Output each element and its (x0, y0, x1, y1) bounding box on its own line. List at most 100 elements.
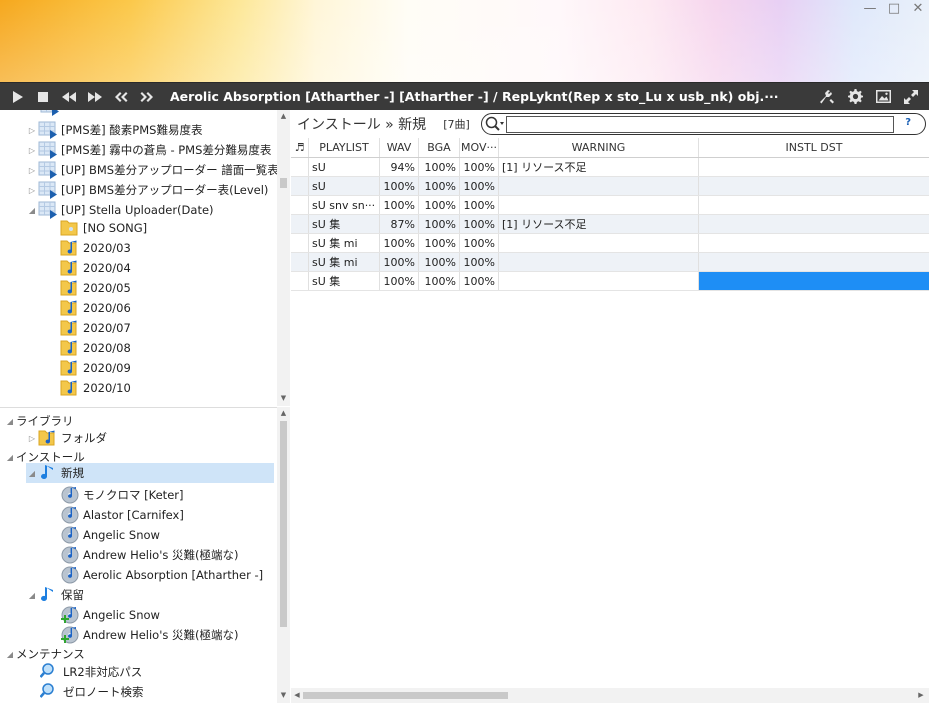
collapse-arrow-icon[interactable]: ◢ (4, 650, 16, 659)
close-button[interactable]: ✕ (911, 2, 925, 16)
scroll-down-icon[interactable]: ▼ (277, 689, 290, 701)
list-item-song[interactable]: モノクロマ [Keter] (60, 485, 183, 505)
tree-item-maintenance[interactable]: ◢ メンテナンス (4, 644, 85, 664)
scroll-right-icon[interactable]: ▶ (915, 688, 927, 703)
cell-mov: 100% (460, 215, 499, 233)
column-header-music-note-icon[interactable]: ♬ (291, 138, 309, 157)
cell-instl-dst[interactable] (699, 215, 929, 233)
column-header-mov[interactable]: MOV··· (460, 138, 499, 157)
cell-instl-dst[interactable] (699, 234, 929, 252)
tree-item-folder[interactable]: 2020/06 (60, 298, 131, 318)
skip-back-icon[interactable] (108, 83, 134, 111)
collapse-arrow-icon[interactable]: ◢ (4, 453, 16, 462)
column-header-bga[interactable]: BGA (419, 138, 460, 157)
cell-mov: 100% (460, 177, 499, 195)
scroll-down-icon[interactable]: ▼ (277, 392, 290, 404)
cell-instl-dst[interactable] (699, 158, 929, 176)
music-folder-icon (60, 259, 80, 277)
content-header: インストール » 新規 [7曲] ? (291, 110, 929, 138)
expand-arrow-icon[interactable]: ▷ (26, 126, 38, 135)
tree-item-new[interactable]: ◢ 新規 (26, 463, 274, 483)
tree-bottom-scrollbar[interactable]: ▲ ▼ (277, 407, 290, 703)
tree-item-label: 2020/08 (83, 341, 131, 355)
cell-instl-dst[interactable] (699, 196, 929, 214)
collapse-arrow-icon[interactable]: ◢ (26, 469, 38, 478)
music-note-icon (38, 464, 58, 482)
expand-arrow-icon[interactable]: ▷ (26, 186, 38, 195)
tree-item-table[interactable]: ▷ [PMS差] 霧中の蒼鳥 - PMS差分難易度表 (26, 140, 271, 160)
play-icon[interactable] (4, 83, 30, 111)
tree-top-scrollbar[interactable]: ▲ ▼ (277, 110, 290, 406)
search-icon[interactable] (485, 116, 505, 135)
collapse-arrow-icon[interactable]: ◢ (4, 417, 16, 426)
list-item-song[interactable]: Angelic Snow (60, 525, 160, 545)
expand-arrow-icon[interactable]: ▷ (26, 146, 38, 155)
scroll-thumb[interactable] (280, 178, 287, 188)
search-input[interactable] (506, 116, 894, 133)
tree-item-table[interactable]: ▷ [UP] BMS差分アップローダー 譜面一覧表(Da (26, 160, 277, 180)
music-disc-icon (60, 546, 80, 564)
list-item-song[interactable]: Alastor [Carnifex] (60, 505, 184, 525)
scroll-up-icon[interactable]: ▲ (277, 407, 290, 419)
tree-item-maintenance-tool[interactable]: LR2非対応パス (40, 662, 142, 682)
collapse-arrow-icon[interactable]: ◢ (26, 591, 38, 600)
cell-instl-dst[interactable] (699, 253, 929, 271)
minimize-button[interactable]: — (863, 2, 877, 16)
scroll-thumb[interactable] (303, 692, 508, 699)
tree-item-table[interactable]: ▷ [UP] BMS差分アップローダー表(Level) (26, 180, 268, 200)
table-row[interactable]: sU 94% 100% 100% [1] リソース不足 (291, 158, 929, 177)
cell-wav: 100% (380, 196, 419, 214)
table-row[interactable]: sU snv sn··· 100% 100% 100% (291, 196, 929, 215)
cell-instl-dst[interactable] (699, 272, 929, 290)
search-help-button[interactable]: ? (905, 117, 911, 128)
list-item-song[interactable]: Aerolic Absorption [Atharther -] (60, 565, 263, 585)
list-item-song[interactable]: Andrew Helio's 災難(極端な) (60, 625, 239, 645)
tree-item-folder[interactable]: 2020/07 (60, 318, 131, 338)
scroll-up-icon[interactable]: ▲ (277, 110, 290, 122)
column-header-warning[interactable]: WARNING (499, 138, 699, 157)
tree-item-table[interactable]: ▷ [PMS差] 酸素PMS難易度表 (26, 120, 202, 140)
wrench-icon[interactable] (815, 83, 839, 111)
fast-forward-icon[interactable] (82, 83, 108, 111)
tree-item-folder[interactable]: 2020/09 (60, 358, 131, 378)
gear-icon[interactable] (843, 83, 867, 111)
table-row[interactable]: sU 集 87% 100% 100% [1] リソース不足 (291, 215, 929, 234)
list-item-song[interactable]: Angelic Snow (60, 605, 160, 625)
column-header-instl-dst[interactable]: INSTL DST (699, 138, 929, 157)
tree-item-folder[interactable]: [NO SONG] (60, 218, 147, 238)
tree-item-table[interactable]: ◢ [UP] Stella Uploader(Date) (26, 200, 214, 220)
collapse-arrow-icon[interactable]: ◢ (26, 206, 38, 215)
tree-item-maintenance-tool[interactable]: ゼロノート検索 (40, 682, 144, 702)
cell-mov: 100% (460, 234, 499, 252)
expand-icon[interactable] (899, 83, 923, 111)
maximize-button[interactable]: □ (887, 2, 901, 16)
column-header-wav[interactable]: WAV (380, 138, 419, 157)
cell-instl-dst[interactable] (699, 177, 929, 195)
search-box[interactable]: ? (481, 113, 926, 135)
tree-item-hold[interactable]: ◢ 保留 (26, 585, 84, 605)
tree-item-folder[interactable]: 2020/04 (60, 258, 131, 278)
expand-arrow-icon[interactable]: ▷ (26, 166, 38, 175)
table-row[interactable]: sU 集 mi 100% 100% 100% (291, 253, 929, 272)
rewind-icon[interactable] (56, 83, 82, 111)
column-header-playlist[interactable]: PLAYLIST (309, 138, 380, 157)
list-item-song[interactable]: Andrew Helio's 災難(極端な) (60, 545, 239, 565)
scroll-left-icon[interactable]: ◀ (291, 688, 303, 703)
tree-item-folder[interactable]: 2020/03 (60, 238, 131, 258)
tree-item-label: ゼロノート検索 (63, 685, 144, 699)
tree-item-folder[interactable]: 2020/08 (60, 338, 131, 358)
tree-item-folder[interactable]: 2020/05 (60, 278, 131, 298)
stop-icon[interactable] (30, 83, 56, 111)
table-row[interactable]: sU 100% 100% 100% (291, 177, 929, 196)
table-horizontal-scrollbar[interactable]: ◀ ▶ (291, 688, 929, 703)
image-icon[interactable] (871, 83, 895, 111)
table-row[interactable]: sU 集 100% 100% 100% (291, 272, 929, 291)
music-folder-icon (60, 359, 80, 377)
scroll-thumb[interactable] (280, 421, 287, 627)
tree-item-folder[interactable]: ▷ フォルダ (26, 428, 107, 448)
skip-forward-icon[interactable] (134, 83, 160, 111)
tree-item-folder[interactable]: 2020/10 (60, 378, 131, 398)
table-row[interactable]: sU 集 mi 100% 100% 100% (291, 234, 929, 253)
expand-arrow-icon[interactable]: ▷ (26, 434, 38, 443)
table-icon (38, 121, 58, 139)
